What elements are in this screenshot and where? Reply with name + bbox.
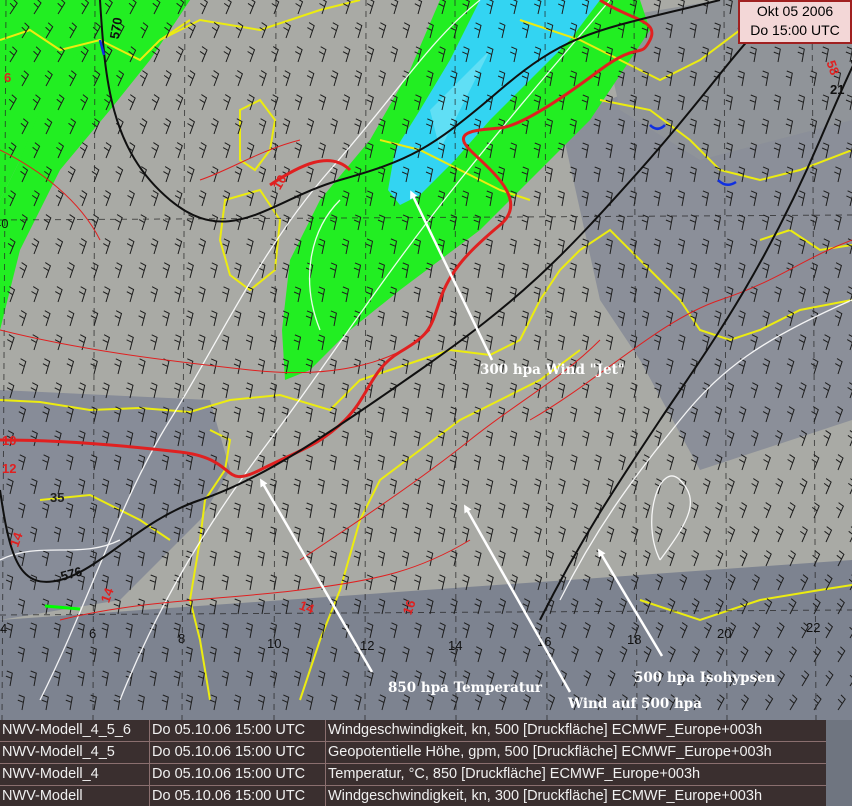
- legend-row[interactable]: NWV-Modell_4_5 Do 05.10.06 15:00 UTC Geo…: [0, 742, 826, 764]
- temp-label-10: 10: [2, 433, 16, 448]
- legend-field: Temperatur, °C, 850 [Druckfläche] ECMWF_…: [328, 766, 701, 782]
- timestamp-time: Do 15:00 UTC: [750, 22, 840, 38]
- temp-label-6: 6: [4, 70, 11, 85]
- label-21: 21: [830, 82, 844, 97]
- legend-model: NWV-Modell_4_5: [0, 742, 150, 763]
- legend-row[interactable]: NWV-Modell Do 05.10.06 15:00 UTC Windges…: [0, 786, 826, 806]
- lon-tick: 22: [806, 620, 820, 635]
- legend-model: NWV-Modell_4_5_6: [0, 720, 150, 741]
- lon-tick: 8: [178, 631, 185, 646]
- lon-tick: 4: [0, 621, 7, 636]
- annotation-temperature: 850 hpa Temperatur: [388, 680, 543, 696]
- annotation-isohypsen: 500 hpa Isohypsen: [634, 670, 776, 686]
- lon-tick: 6: [89, 626, 96, 641]
- legend-field: Windgeschwindigkeit, kn, 300 [Druckfläch…: [328, 788, 763, 804]
- annotation-jet: 300 hpa Wind "Jet": [480, 362, 625, 378]
- timestamp-box: Okt 05 2006 Do 15:00 UTC: [738, 0, 852, 44]
- weather-map: 570 576 10 10 12 14 14 14 16 6 35 21 58 …: [0, 0, 852, 720]
- lon-tick: 14: [448, 638, 462, 653]
- timestamp-date: Okt 05 2006: [756, 3, 834, 19]
- lon-tick: 10: [267, 636, 281, 651]
- legend-row[interactable]: NWV-Modell_4_5_6 Do 05.10.06 15:00 UTC W…: [0, 720, 826, 742]
- legend-row[interactable]: NWV-Modell_4 Do 05.10.06 15:00 UTC Tempe…: [0, 764, 826, 786]
- lat-tick: 40: [0, 216, 8, 231]
- annotation-wind500: Wind auf 500 hpa: [567, 696, 702, 712]
- weather-map-screen: { "timestamp": {"date": "Okt 05 2006", "…: [0, 0, 852, 806]
- legend-field: Geopotentielle Höhe, gpm, 500 [Druckfläc…: [328, 744, 772, 760]
- lon-tick: 12: [360, 638, 374, 653]
- legend-time: Do 05.10.06 15:00 UTC: [150, 720, 326, 741]
- legend-time: Do 05.10.06 15:00 UTC: [150, 786, 326, 806]
- legend-model: NWV-Modell: [0, 786, 150, 806]
- legend-field: Windgeschwindigkeit, kn, 500 [Druckfläch…: [328, 722, 763, 738]
- legend-time: Do 05.10.06 15:00 UTC: [150, 742, 326, 763]
- isotach-label-35: 35: [50, 490, 64, 505]
- layer-legend: NWV-Modell_4_5_6 Do 05.10.06 15:00 UTC W…: [0, 720, 852, 806]
- temp-label-12: 12: [2, 461, 16, 476]
- legend-time: Do 05.10.06 15:00 UTC: [150, 764, 326, 785]
- lon-tick: 18: [627, 632, 641, 647]
- legend-model: NWV-Modell_4: [0, 764, 150, 785]
- lon-tick: 20: [717, 626, 731, 641]
